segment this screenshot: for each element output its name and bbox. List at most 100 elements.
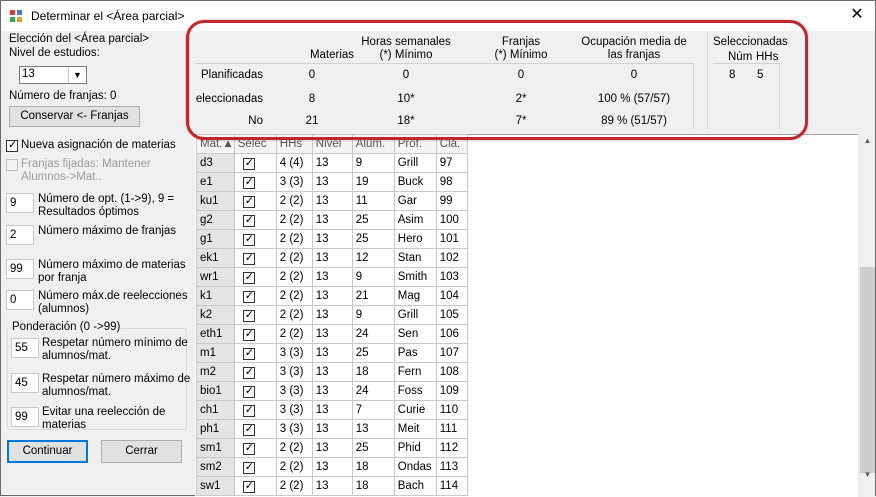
- cell-selec[interactable]: [233, 305, 277, 325]
- cell-selec[interactable]: [233, 210, 277, 230]
- selec-checkbox[interactable]: [242, 308, 255, 322]
- franjas-fijadas-checkbox[interactable]: [6, 159, 18, 171]
- cell-selec[interactable]: [233, 362, 277, 382]
- conservar-button[interactable]: Conservar <- Franjas: [9, 106, 140, 127]
- cell-selec[interactable]: [233, 438, 277, 458]
- cell-prof: Pas: [393, 343, 437, 363]
- cell-nivel: 13: [311, 210, 353, 230]
- cell-mat: ch1: [196, 400, 235, 420]
- selec-checkbox[interactable]: [242, 194, 255, 208]
- selec-checkbox[interactable]: [242, 441, 255, 455]
- table-row[interactable]: ph13 (3)1313Meit111: [196, 419, 468, 439]
- col-alum-header[interactable]: Alum.: [351, 134, 395, 154]
- min-alumnos-input[interactable]: 55: [11, 338, 39, 358]
- cell-hhs: 2 (2): [275, 457, 313, 477]
- chevron-down-icon[interactable]: ▼: [68, 67, 86, 83]
- table-row[interactable]: d3 4 (4)139Grill97: [196, 153, 468, 173]
- cell-selec[interactable]: [233, 248, 277, 268]
- cell-selec[interactable]: [233, 286, 277, 306]
- table-row[interactable]: bio1 3 (3)1324Foss109: [196, 381, 468, 401]
- selec-checkbox[interactable]: [242, 213, 255, 227]
- cell-cla: 102: [435, 248, 468, 268]
- table-row[interactable]: ku1 2 (2)1311Gar99: [196, 191, 468, 211]
- table-row[interactable]: k1 2 (2)1321Mag104: [196, 286, 468, 306]
- selec-checkbox[interactable]: [242, 479, 255, 493]
- continuar-button[interactable]: Continuar: [7, 440, 88, 463]
- cell-hhs: 4 (4): [275, 153, 313, 173]
- max-franjas-input[interactable]: 2: [6, 225, 34, 245]
- selec-checkbox[interactable]: [242, 460, 255, 474]
- scroll-up-icon[interactable]: ▲: [859, 136, 876, 145]
- selec-checkbox[interactable]: [242, 422, 255, 436]
- col-prof-header[interactable]: Prof.: [393, 134, 437, 154]
- selec-checkbox[interactable]: [242, 232, 255, 246]
- selec-checkbox[interactable]: [242, 289, 255, 303]
- selec-checkbox[interactable]: [242, 365, 255, 379]
- col-mat-header[interactable]: Mat.▲: [196, 134, 235, 154]
- scroll-thumb[interactable]: [860, 267, 875, 473]
- cell-selec[interactable]: [233, 191, 277, 211]
- table-row[interactable]: g2 2 (2)1325Asim100: [196, 210, 468, 230]
- seleccionadas-ocupacion: 100 % (57/57): [597, 93, 671, 105]
- opt-input[interactable]: 9: [6, 193, 34, 213]
- cell-selec[interactable]: [233, 457, 277, 477]
- table-row[interactable]: m2 3 (3)1318Fern108: [196, 362, 468, 382]
- cell-mat: e1: [196, 172, 235, 192]
- cell-selec[interactable]: [233, 476, 277, 496]
- selec-checkbox[interactable]: [242, 156, 255, 170]
- cell-cla: 97: [435, 153, 468, 173]
- nivel-dropdown[interactable]: 13 ▼: [19, 66, 87, 84]
- table-row[interactable]: m1 3 (3)1325Pas107: [196, 343, 468, 363]
- evitar-input[interactable]: 99: [11, 407, 39, 427]
- row-label-planificadas: Planificadas: [200, 69, 263, 81]
- vertical-scrollbar[interactable]: ▲ ▼: [858, 134, 875, 497]
- cell-selec[interactable]: [233, 267, 277, 287]
- col-nivel-header[interactable]: Nivel: [311, 134, 353, 154]
- table-row[interactable]: k2 2 (2)139Grill105: [196, 305, 468, 325]
- table-row[interactable]: sm1 2 (2)1325Phid112: [196, 438, 468, 458]
- cell-selec[interactable]: [233, 324, 277, 344]
- selec-checkbox[interactable]: [242, 270, 255, 284]
- selec-checkbox[interactable]: [242, 327, 255, 341]
- cell-selec[interactable]: [233, 381, 277, 401]
- reelecciones-input[interactable]: 0: [6, 290, 34, 310]
- table-row[interactable]: e1 3 (3)1319Buck98: [196, 172, 468, 192]
- table-row[interactable]: wr1 2 (2)139Smith103: [196, 267, 468, 287]
- cell-nivel: 13: [311, 248, 353, 268]
- cell-nivel: 13: [311, 153, 353, 173]
- cell-selec[interactable]: [233, 153, 277, 173]
- selec-checkbox[interactable]: [242, 251, 255, 265]
- cell-cla: 98: [435, 172, 468, 192]
- table-row[interactable]: ek1 2 (2)1312Stan102: [196, 248, 468, 268]
- table-row[interactable]: ch1 3 (3)137Curie110: [196, 400, 468, 420]
- cell-selec[interactable]: [233, 172, 277, 192]
- col-cla-header[interactable]: Cla.: [435, 134, 468, 154]
- max-alumnos-input[interactable]: 45: [11, 373, 39, 393]
- cerrar-button[interactable]: Cerrar: [101, 440, 182, 463]
- selec-checkbox[interactable]: [242, 384, 255, 398]
- cell-selec[interactable]: [233, 400, 277, 420]
- cell-selec[interactable]: [233, 343, 277, 363]
- selec-checkbox[interactable]: [242, 175, 255, 189]
- table-row[interactable]: sm2 2 (2)1318Ondas113: [196, 457, 468, 477]
- cell-hhs: 2 (2): [275, 476, 313, 496]
- table-row[interactable]: eth1 2 (2)1324Sen106: [196, 324, 468, 344]
- nueva-asignacion-checkbox[interactable]: ✓: [6, 139, 18, 152]
- cell-hhs: 2 (2): [275, 438, 313, 458]
- cell-cla: 101: [435, 229, 468, 249]
- selec-checkbox[interactable]: [242, 346, 255, 360]
- table-row[interactable]: sw1 2 (2)1318Bach114: [196, 476, 468, 496]
- cell-mat: ek1: [196, 248, 235, 268]
- cell-selec[interactable]: [233, 229, 277, 249]
- scroll-down-icon[interactable]: ▼: [859, 470, 876, 479]
- cell-prof: Asim: [393, 210, 437, 230]
- close-icon[interactable]: ✕: [847, 5, 867, 25]
- cell-cla: 110: [435, 400, 468, 420]
- col-hhs-header[interactable]: HHs: [275, 134, 313, 154]
- col-selec-header[interactable]: Selec: [233, 134, 277, 154]
- table-row[interactable]: g1 2 (2)1325Hero101: [196, 229, 468, 249]
- cell-selec[interactable]: [233, 419, 277, 439]
- max-materias-input[interactable]: 99: [6, 259, 34, 279]
- cell-prof: Grill: [393, 153, 437, 173]
- selec-checkbox[interactable]: [242, 403, 255, 417]
